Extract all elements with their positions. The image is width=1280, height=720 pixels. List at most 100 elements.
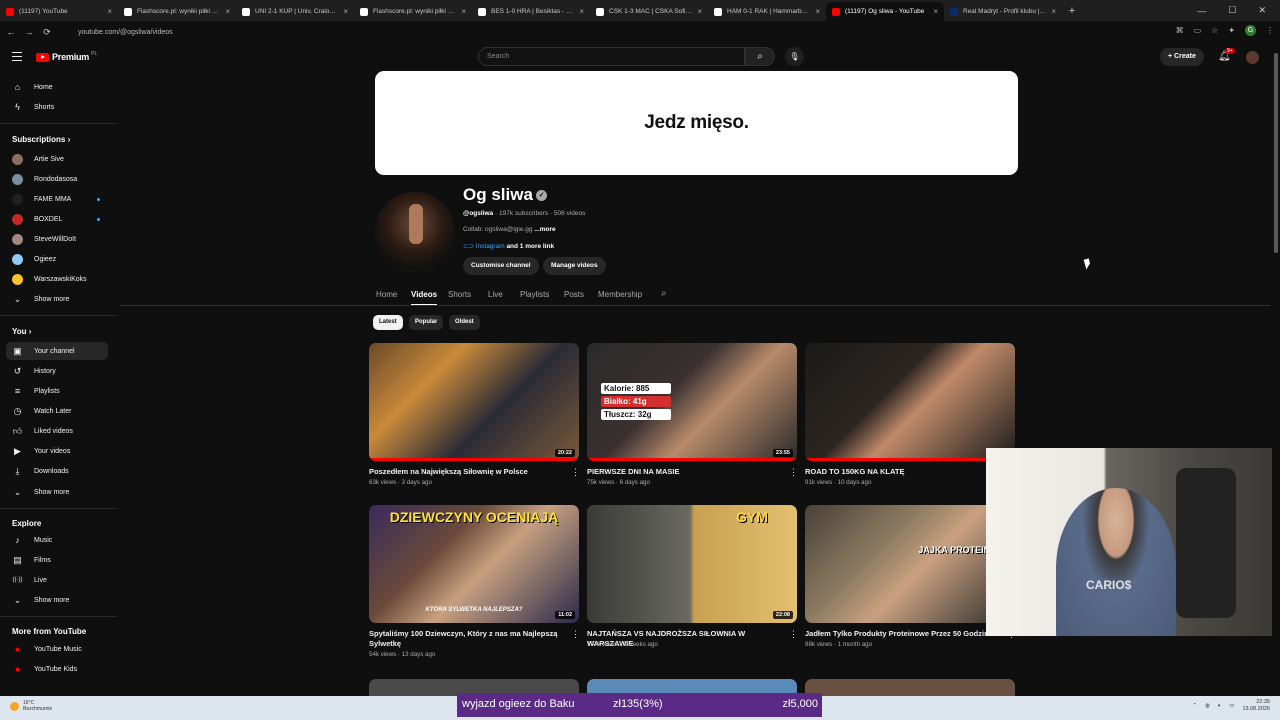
sidebar-item-you[interactable]: ◷ Watch Later: [6, 402, 108, 420]
channel-tab[interactable]: Posts: [564, 290, 584, 299]
sidebar-subscription[interactable]: SteveWillDoIt: [6, 230, 108, 248]
sidebar-item-more[interactable]: ● YouTube Music: [6, 640, 108, 658]
tab-close-icon[interactable]: ×: [815, 7, 820, 16]
browser-tab[interactable]: Real Madryt - Profil klubu | Tran ×: [944, 2, 1062, 21]
manage-videos-button[interactable]: Manage videos: [543, 257, 606, 275]
channel-tab[interactable]: Playlists: [520, 290, 549, 299]
menu-icon[interactable]: [12, 52, 22, 64]
browser-tab[interactable]: Flashscore.pl: wyniki piłki nożnej ×: [354, 2, 472, 21]
search-button[interactable]: ⌕: [745, 47, 775, 66]
battery-icon[interactable]: ▭: [1229, 703, 1234, 709]
explore-show-more[interactable]: ⌄ Show more: [6, 591, 108, 609]
sidebar-item-you[interactable]: ⤓ Downloads: [6, 462, 108, 480]
sidebar-subscription[interactable]: FAME MMA: [6, 190, 108, 208]
video-title[interactable]: ROAD TO 150KG NA KLATĘ: [805, 467, 1001, 477]
video-options-icon[interactable]: ⋮: [571, 629, 580, 640]
translate-icon[interactable]: ⌘: [1176, 26, 1184, 35]
video-thumbnail[interactable]: 20:22: [369, 343, 579, 461]
channel-description[interactable]: Collab: ogsliwa@igie.gg ...more: [463, 226, 556, 233]
channel-search-icon[interactable]: ⌕: [661, 288, 667, 299]
channel-tab[interactable]: Membership: [598, 290, 642, 299]
browser-tab[interactable]: Flashscore.pl: wyniki piłki nożnej ×: [118, 2, 236, 21]
channel-banner[interactable]: Jedz mięso.: [375, 71, 1018, 175]
sidebar-subscription[interactable]: WarszawskiKoks: [6, 270, 108, 288]
channel-tab[interactable]: Videos: [411, 290, 438, 306]
subscriptions-show-more[interactable]: ⌄ Show more: [6, 290, 108, 308]
network-icon[interactable]: ◍: [1205, 703, 1210, 709]
bookmark-star-icon[interactable]: ☆: [1211, 26, 1218, 35]
video-thumbnail[interactable]: GYM 22:08: [587, 505, 797, 623]
maximize-icon[interactable]: ☐: [1228, 5, 1236, 16]
tab-close-icon[interactable]: ×: [461, 7, 466, 16]
sidebar-item-you[interactable]: ▶ Your videos: [6, 442, 108, 460]
customise-channel-button[interactable]: Customise channel: [463, 257, 539, 275]
video-title[interactable]: Jadłem Tylko Produkty Proteinowe Przez 5…: [805, 629, 1001, 639]
tab-close-icon[interactable]: ×: [343, 7, 348, 16]
youtube-logo[interactable]: Premium PL: [36, 51, 97, 62]
minimize-icon[interactable]: —: [1197, 6, 1206, 16]
tab-close-icon[interactable]: ×: [933, 7, 938, 16]
subscriptions-heading[interactable]: Subscriptions ›: [12, 135, 70, 144]
sidebar-subscription[interactable]: Artie Sive: [6, 150, 108, 168]
url-field[interactable]: youtube.com/@ogsliwa/videos: [62, 24, 1162, 40]
sidebar-subscription[interactable]: Ogieez: [6, 250, 108, 268]
sidebar-item-you[interactable]: ↺ History: [6, 362, 108, 380]
sidebar-subscription[interactable]: BOXDEL: [6, 210, 108, 228]
chip-latest[interactable]: Latest: [373, 315, 403, 330]
weather-widget[interactable]: 16°C Bezchmurnie: [10, 700, 52, 712]
tray-chevron-icon[interactable]: ⌃: [1193, 703, 1198, 709]
description-more-link[interactable]: ...more: [534, 226, 555, 233]
browser-tab[interactable]: CSK 1-3 MAC | CSKA Sofia - Mac ×: [590, 2, 708, 21]
back-icon[interactable]: ←: [2, 27, 20, 37]
you-show-more[interactable]: ⌄ Show more: [6, 483, 108, 501]
browser-tab[interactable]: HAM 0-1 RAK | Hammarby - Raków ×: [708, 2, 826, 21]
video-thumbnail[interactable]: Kalorie: 885 Białko: 41g Tłuszcz: 32g 23:55: [587, 343, 797, 461]
page-scrollbar[interactable]: [1272, 43, 1280, 696]
chip-popular[interactable]: Popular: [409, 315, 444, 330]
sidebar-item-explore[interactable]: ♪ Music: [6, 531, 108, 549]
video-title[interactable]: Spytaliśmy 100 Dziewczyn, Który z nas ma…: [369, 629, 565, 649]
video-thumbnail[interactable]: DZIEWCZYNY OCENIAJĄ KTÓRA SYLWETKA NAJLEP…: [369, 505, 579, 623]
browser-profile-avatar[interactable]: G: [1245, 25, 1256, 36]
clock[interactable]: 22:35 13.08.2026: [1242, 699, 1270, 713]
video-thumbnail[interactable]: [805, 343, 1015, 461]
new-tab-icon[interactable]: +: [1062, 2, 1082, 21]
tab-close-icon[interactable]: ×: [579, 7, 584, 16]
video-title[interactable]: Poszedłem na Największą Siłownię w Polsc…: [369, 467, 565, 477]
search-input[interactable]: Search: [478, 47, 745, 66]
chip-oldest[interactable]: Oldest: [449, 315, 480, 330]
video-options-icon[interactable]: ⋮: [571, 467, 580, 478]
video-thumbnail[interactable]: JAJKA PROTEINOWE: [805, 505, 1015, 623]
more-links[interactable]: and 1 more link: [506, 243, 554, 250]
sidebar-item-you[interactable]: ▣ Your channel: [6, 342, 108, 360]
sidebar-item-explore[interactable]: ▤ Films: [6, 551, 108, 569]
forward-icon[interactable]: →: [20, 27, 38, 37]
sidebar-item-you[interactable]: ≡ Playlists: [6, 382, 108, 400]
account-avatar[interactable]: [1246, 51, 1259, 64]
browser-menu-icon[interactable]: ⋮: [1266, 26, 1274, 35]
video-options-icon[interactable]: ⋮: [789, 629, 798, 640]
tab-close-icon[interactable]: ×: [1051, 7, 1056, 16]
voice-search-button[interactable]: 🎙︎: [785, 47, 804, 66]
volume-icon[interactable]: 🔈︎: [1218, 703, 1221, 710]
browser-tab[interactable]: UNI 2-1 KUP | Univ. Craiova - K ×: [236, 2, 354, 21]
create-button[interactable]: + Create: [1160, 48, 1204, 66]
channel-tab[interactable]: Live: [488, 290, 503, 299]
channel-tab[interactable]: Home: [376, 290, 397, 299]
tab-close-icon[interactable]: ×: [225, 7, 230, 16]
sidebar-subscription[interactable]: Rondodasosa: [6, 170, 108, 188]
channel-avatar[interactable]: [375, 192, 455, 272]
tab-close-icon[interactable]: ×: [107, 7, 112, 16]
sidebar-item-more[interactable]: ● YouTube Kids: [6, 660, 108, 678]
video-options-icon[interactable]: ⋮: [789, 467, 798, 478]
close-window-icon[interactable]: ✕: [1258, 5, 1266, 16]
tab-close-icon[interactable]: ×: [697, 7, 702, 16]
sidebar-item-explore[interactable]: ((·)) Live: [6, 571, 108, 589]
browser-tab[interactable]: (11197) YouTube ×: [0, 2, 118, 21]
channel-links[interactable]: ⊂⊃ Instagram and 1 more link: [463, 242, 554, 250]
sidebar-item-you[interactable]: 👍︎ Liked videos: [6, 422, 108, 440]
instagram-link[interactable]: Instagram: [476, 243, 505, 250]
browser-tab[interactable]: BES 1-0 HRA | Besiktas - Hradec ×: [472, 2, 590, 21]
reload-icon[interactable]: ⟳: [38, 27, 56, 38]
cast-icon[interactable]: ▭: [1194, 26, 1202, 35]
